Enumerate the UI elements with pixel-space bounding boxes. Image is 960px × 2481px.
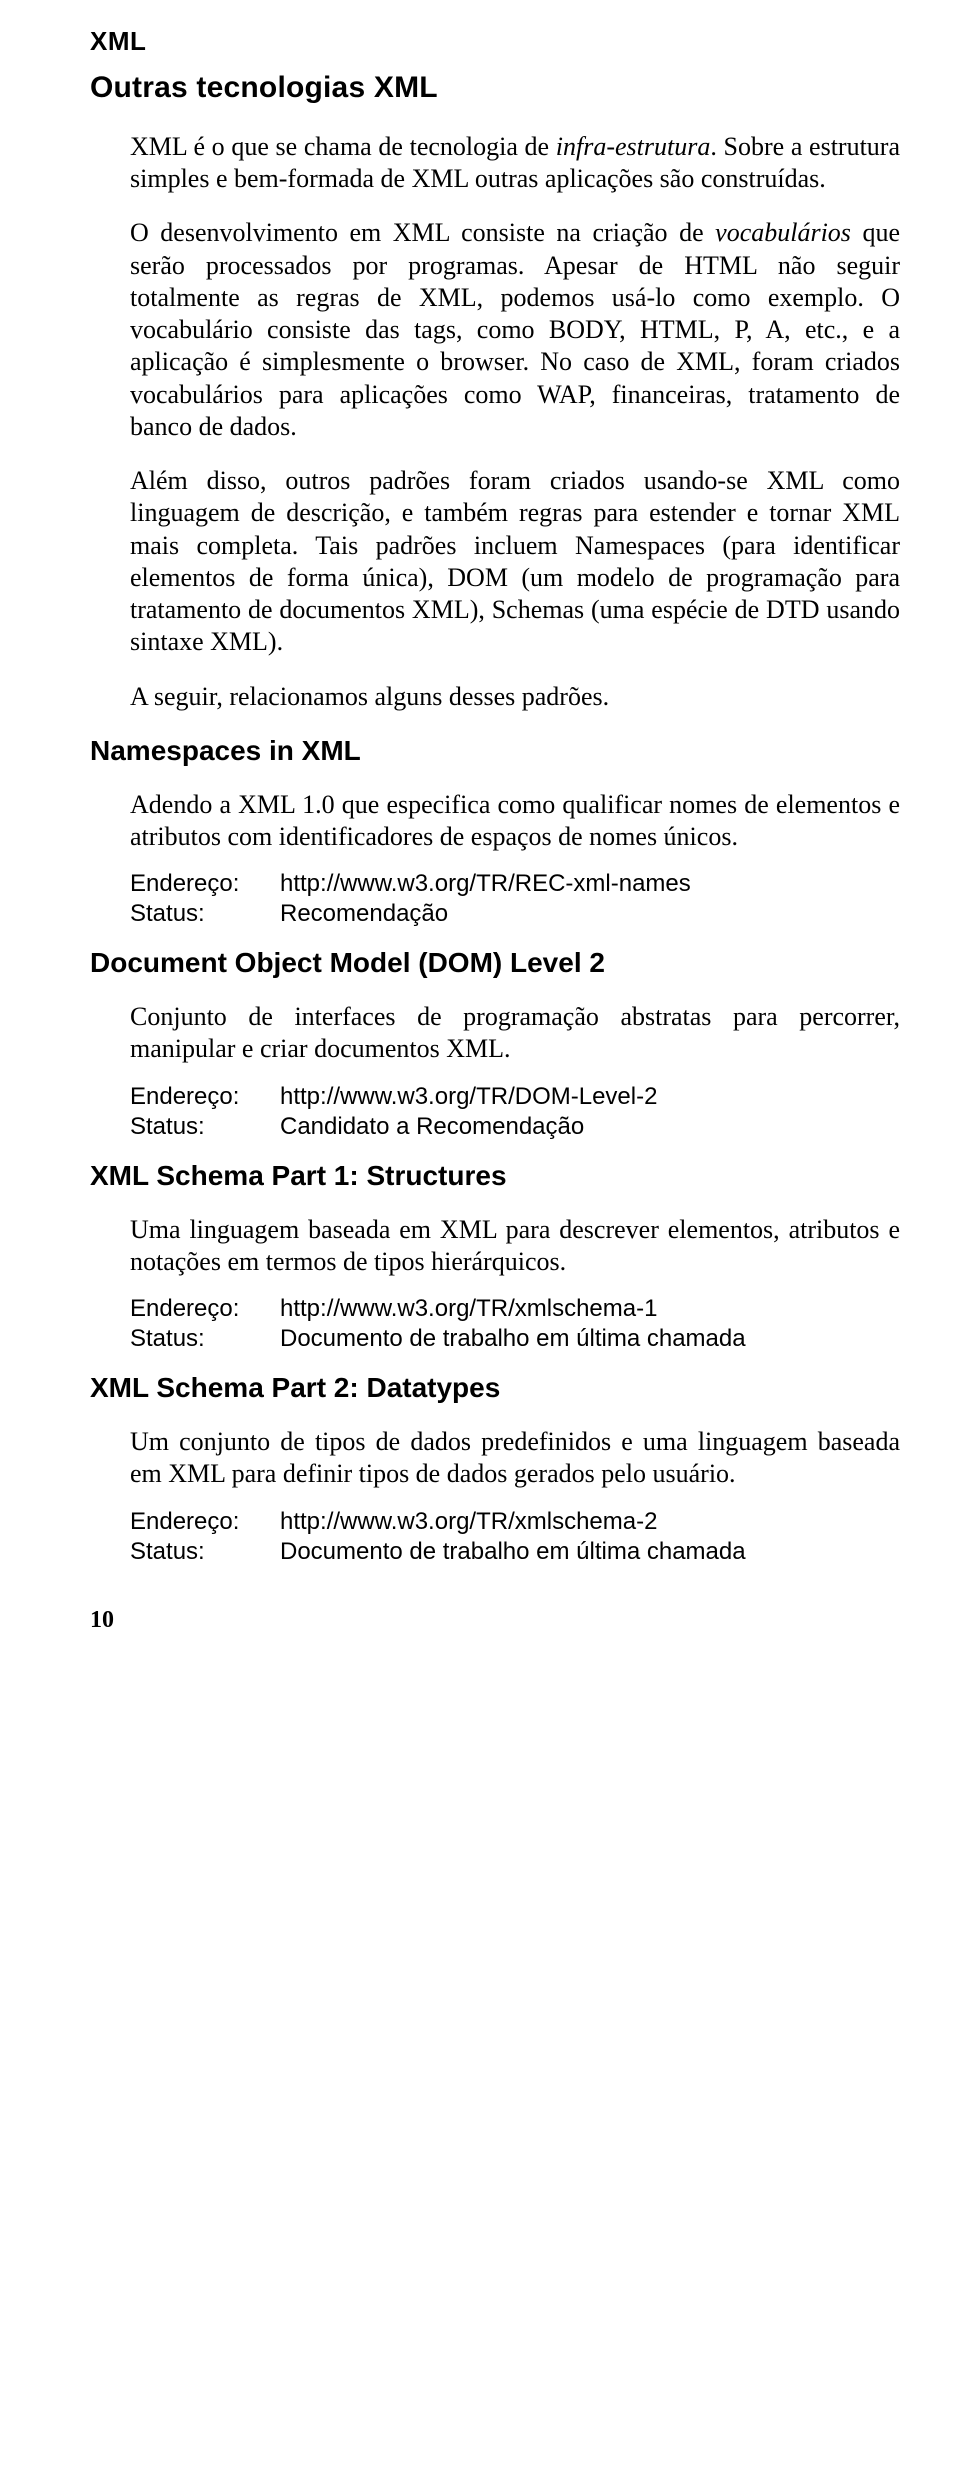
subsection-body: Adendo a XML 1.0 que especifica como qua… bbox=[90, 789, 900, 929]
endereco-line: Endereço:http://www.w3.org/TR/DOM-Level-… bbox=[130, 1082, 900, 1112]
status-label: Status: bbox=[130, 1112, 280, 1142]
endereco-value: http://www.w3.org/TR/xmlschema-1 bbox=[280, 1295, 657, 1322]
endereco-line: Endereço:http://www.w3.org/TR/xmlschema-… bbox=[130, 1507, 900, 1537]
intro-paragraph-4: A seguir, relacionamos alguns desses pad… bbox=[130, 681, 900, 713]
endereco-label: Endereço: bbox=[130, 1294, 280, 1324]
metadata: Endereço:http://www.w3.org/TR/DOM-Level-… bbox=[130, 1082, 900, 1142]
body-paragraph: Um conjunto de tipos de dados predefinid… bbox=[130, 1426, 900, 1490]
section-title: Outras tecnologias XML bbox=[90, 71, 900, 105]
endereco-line: Endereço:http://www.w3.org/TR/REC-xml-na… bbox=[130, 869, 900, 899]
running-head: XML bbox=[90, 26, 900, 57]
status-value: Candidato a Recomendação bbox=[280, 1113, 584, 1140]
metadata: Endereço:http://www.w3.org/TR/xmlschema-… bbox=[130, 1294, 900, 1354]
subsection-heading: Document Object Model (DOM) Level 2 bbox=[90, 947, 900, 979]
endereco-value: http://www.w3.org/TR/DOM-Level-2 bbox=[280, 1083, 657, 1110]
page-number: 10 bbox=[90, 1607, 900, 1634]
metadata: Endereço:http://www.w3.org/TR/REC-xml-na… bbox=[130, 869, 900, 929]
subsection-heading: XML Schema Part 2: Datatypes bbox=[90, 1372, 900, 1404]
subsection-heading: XML Schema Part 1: Structures bbox=[90, 1160, 900, 1192]
body-paragraph: Adendo a XML 1.0 que especifica como qua… bbox=[130, 789, 900, 853]
status-value: Documento de trabalho em última chamada bbox=[280, 1325, 746, 1352]
text: O desenvolvimento em XML consiste na cri… bbox=[130, 218, 715, 247]
endereco-label: Endereço: bbox=[130, 1082, 280, 1112]
status-line: Status:Documento de trabalho em última c… bbox=[130, 1324, 900, 1354]
status-value: Recomendação bbox=[280, 900, 448, 927]
endereco-value: http://www.w3.org/TR/xmlschema-2 bbox=[280, 1508, 657, 1535]
metadata: Endereço:http://www.w3.org/TR/xmlschema-… bbox=[130, 1507, 900, 1567]
subsection-body: Uma linguagem baseada em XML para descre… bbox=[90, 1214, 900, 1354]
subsection-body: Conjunto de interfaces de programação ab… bbox=[90, 1001, 900, 1141]
intro-block: XML é o que se chama de tecnologia de in… bbox=[90, 131, 900, 713]
intro-paragraph-2: O desenvolvimento em XML consiste na cri… bbox=[130, 217, 900, 443]
italic-term: vocabulários bbox=[715, 218, 851, 247]
text: XML é o que se chama de tecnologia de bbox=[130, 132, 556, 161]
italic-term: infra-estrutura bbox=[556, 132, 711, 161]
status-value: Documento de trabalho em última chamada bbox=[280, 1538, 746, 1565]
status-line: Status:Candidato a Recomendação bbox=[130, 1112, 900, 1142]
subsection-heading: Namespaces in XML bbox=[90, 735, 900, 767]
intro-paragraph-3: Além disso, outros padrões foram criados… bbox=[130, 465, 900, 658]
status-label: Status: bbox=[130, 1324, 280, 1354]
intro-paragraph-1: XML é o que se chama de tecnologia de in… bbox=[130, 131, 900, 195]
subsection-body: Um conjunto de tipos de dados predefinid… bbox=[90, 1426, 900, 1566]
status-line: Status:Documento de trabalho em última c… bbox=[130, 1537, 900, 1567]
endereco-label: Endereço: bbox=[130, 1507, 280, 1537]
status-line: Status:Recomendação bbox=[130, 899, 900, 929]
body-paragraph: Conjunto de interfaces de programação ab… bbox=[130, 1001, 900, 1065]
page: XML Outras tecnologias XML XML é o que s… bbox=[0, 0, 960, 1674]
endereco-line: Endereço:http://www.w3.org/TR/xmlschema-… bbox=[130, 1294, 900, 1324]
status-label: Status: bbox=[130, 1537, 280, 1567]
text: que serão processados por programas. Ape… bbox=[130, 218, 900, 440]
endereco-label: Endereço: bbox=[130, 869, 280, 899]
status-label: Status: bbox=[130, 899, 280, 929]
body-paragraph: Uma linguagem baseada em XML para descre… bbox=[130, 1214, 900, 1278]
endereco-value: http://www.w3.org/TR/REC-xml-names bbox=[280, 870, 691, 897]
